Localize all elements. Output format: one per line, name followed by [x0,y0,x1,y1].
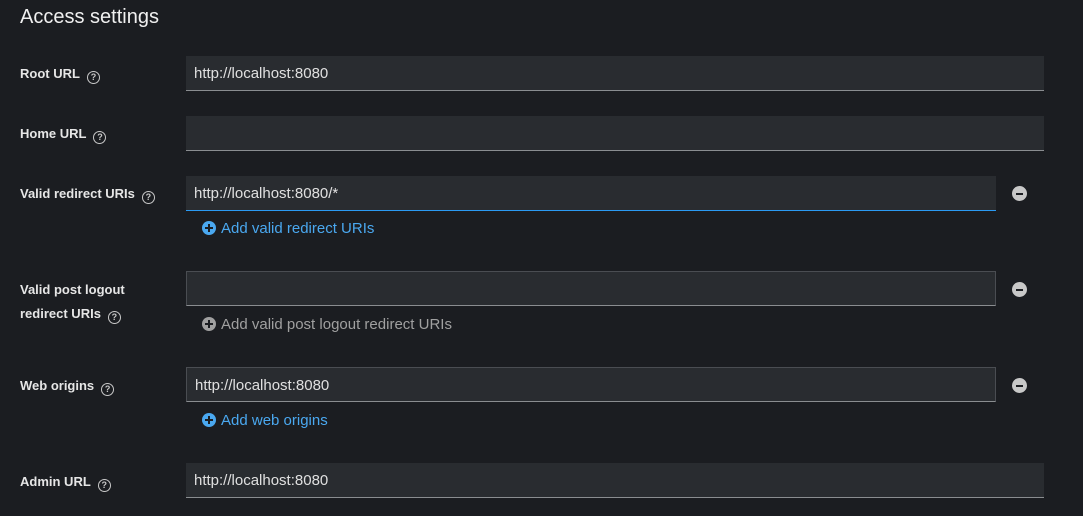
valid-redirect-label-text: Valid redirect URIs [20,186,135,201]
root-url-label: Root URL? [20,62,100,86]
help-icon[interactable]: ? [107,311,121,324]
root-url-label-text: Root URL [20,66,80,81]
help-icon[interactable]: ? [141,191,155,204]
add-valid-redirect-label: Add valid redirect URIs [221,220,375,237]
help-icon[interactable]: ? [86,71,100,84]
plus-circle-icon [202,317,216,331]
help-icon[interactable]: ? [93,131,107,144]
admin-url-label-text: Admin URL [20,474,91,489]
help-icon[interactable]: ? [101,383,115,396]
web-origins-input[interactable]: http://localhost:8080 [186,367,996,402]
add-post-logout-button[interactable]: Add valid post logout redirect URIs [202,315,452,335]
home-url-label: Home URL? [20,122,107,146]
post-logout-label-line2: redirect URIs [20,306,101,321]
valid-redirect-label: Valid redirect URIs? [20,182,155,206]
plus-circle-icon [202,413,216,427]
admin-url-label: Admin URL? [20,470,111,494]
web-origins-label: Web origins? [20,374,115,398]
web-origins-label-text: Web origins [20,378,95,393]
add-valid-redirect-button[interactable]: Add valid redirect URIs [202,219,374,239]
add-post-logout-label: Add valid post logout redirect URIs [221,316,452,333]
add-web-origins-button[interactable]: Add web origins [202,411,328,431]
root-url-input[interactable]: http://localhost:8080 [186,56,1044,91]
remove-redirect-uri-icon[interactable] [1012,186,1027,201]
remove-web-origin-icon[interactable] [1012,378,1027,393]
home-url-input[interactable] [186,116,1044,151]
post-logout-label-2: redirect URIs? [20,302,121,326]
post-logout-label: Valid post logout [20,278,125,302]
post-logout-input[interactable] [186,271,996,306]
section-title: Access settings [20,6,159,28]
admin-url-input[interactable]: http://localhost:8080 [186,463,1044,498]
add-web-origins-label: Add web origins [221,412,328,429]
home-url-label-text: Home URL [20,126,87,141]
valid-redirect-input[interactable]: http://localhost:8080/* [186,176,996,211]
plus-circle-icon [202,221,216,235]
remove-post-logout-uri-icon[interactable] [1012,282,1027,297]
post-logout-label-line1: Valid post logout [20,282,125,297]
help-icon[interactable]: ? [97,479,111,492]
